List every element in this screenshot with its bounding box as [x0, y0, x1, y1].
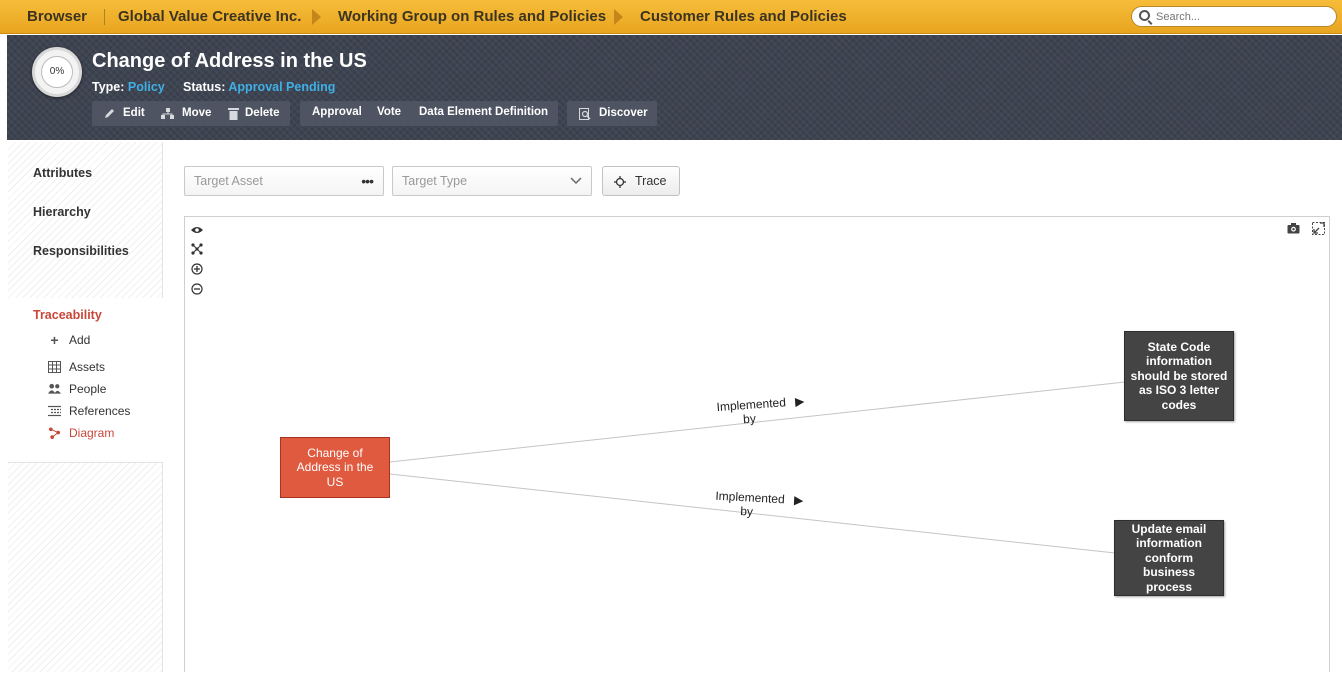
trash-icon [228, 108, 239, 120]
sidebar-sections: Attributes Hierarchy Responsibilities [8, 142, 163, 298]
breadcrumb-community[interactable]: Global Value Creative Inc. [118, 8, 301, 25]
discover-button[interactable]: Discover [599, 107, 648, 119]
progress-indicator: 0% [32, 47, 82, 97]
discover-icon [579, 108, 591, 120]
people-icon [48, 383, 61, 394]
top-navigation-bar: Browser Global Value Creative Inc. Worki… [0, 0, 1342, 34]
plus-icon: + [50, 332, 59, 348]
pencil-icon [105, 109, 114, 118]
vote-button[interactable]: Vote [377, 106, 401, 118]
edit-actions-group: Edit Move Delete [92, 101, 290, 126]
breadcrumb-divider [104, 9, 105, 25]
traceability-references[interactable]: References [69, 404, 130, 418]
breadcrumb-browser[interactable]: Browser [27, 8, 87, 25]
search-box[interactable] [1131, 6, 1337, 27]
page-title: Change of Address in the US [92, 50, 367, 72]
traceability-diagram[interactable]: Diagram [69, 426, 114, 440]
traceability-section: Traceability + Add Assets People Referen… [8, 300, 163, 460]
asset-type: Type: Policy [92, 80, 165, 94]
discover-group: Discover [567, 101, 657, 126]
breadcrumb-chevron-icon [614, 9, 623, 25]
delete-button[interactable]: Delete [245, 107, 280, 119]
breadcrumb-current[interactable]: Customer Rules and Policies [640, 8, 847, 25]
type-value[interactable]: Policy [128, 80, 165, 94]
diagram-icon [48, 427, 61, 439]
data-element-definition-button[interactable]: Data Element Definition [419, 106, 548, 118]
diagram-node-target[interactable]: State Code information should be stored … [1124, 331, 1234, 421]
more-options-icon[interactable]: ••• [361, 173, 374, 189]
traceability-add[interactable]: Add [69, 333, 90, 347]
target-type-select[interactable]: Target Type [392, 166, 592, 196]
trace-label: Trace [635, 174, 667, 188]
progress-value: 0% [41, 56, 73, 88]
type-label: Type: [92, 80, 125, 94]
target-asset-placeholder: Target Asset [194, 174, 263, 188]
traceability-assets[interactable]: Assets [69, 360, 105, 374]
move-icon [161, 108, 174, 119]
edge-label-text: by [739, 504, 754, 519]
traceability-people[interactable]: People [69, 382, 106, 396]
status-label: Status: [183, 80, 226, 94]
asset-header: 0% Change of Address in the US Type: Pol… [7, 35, 1342, 140]
node-label: State Code information should be stored … [1130, 339, 1228, 412]
search-input[interactable] [1156, 9, 1331, 25]
edge-label-2: Implemented ▶ by [714, 489, 804, 522]
sidebar-item-traceability[interactable]: Traceability [33, 308, 102, 322]
edge-label-text: by [742, 411, 757, 427]
asset-status: Status: Approval Pending [183, 80, 335, 94]
workflow-actions-group: Approval Vote Data Element Definition [300, 101, 558, 126]
target-asset-select[interactable]: Target Asset ••• [184, 166, 384, 196]
trace-button[interactable]: Trace [602, 166, 680, 196]
sidebar-item-responsibilities[interactable]: Responsibilities [33, 244, 129, 258]
list-icon [48, 405, 61, 417]
sidebar-item-attributes[interactable]: Attributes [33, 166, 92, 180]
search-icon [1139, 10, 1150, 21]
arrow-right-icon: ▶ [793, 492, 804, 508]
breadcrumb-chevron-icon [312, 9, 321, 25]
trace-diagram-canvas[interactable]: Implemented ▶ by Implemented ▶ by Change… [184, 216, 1330, 672]
arrow-right-icon: ▶ [794, 393, 805, 409]
crosshair-icon [614, 176, 626, 188]
status-value[interactable]: Approval Pending [228, 80, 335, 94]
sidebar-item-hierarchy[interactable]: Hierarchy [33, 205, 91, 219]
diagram-node-source[interactable]: Change of Address in the US [280, 437, 390, 498]
node-label: Change of Address in the US [296, 445, 374, 489]
sidebar-filler [8, 462, 163, 672]
edit-button[interactable]: Edit [123, 107, 145, 119]
chevron-down-icon [570, 177, 582, 185]
diagram-node-target[interactable]: Update email information conform busines… [1114, 520, 1224, 596]
approval-button[interactable]: Approval [312, 106, 362, 118]
table-icon [48, 361, 61, 373]
breadcrumb-domain[interactable]: Working Group on Rules and Policies [338, 8, 606, 25]
target-type-placeholder: Target Type [402, 174, 468, 188]
move-button[interactable]: Move [182, 107, 211, 119]
node-label: Update email information conform busines… [1131, 521, 1207, 594]
